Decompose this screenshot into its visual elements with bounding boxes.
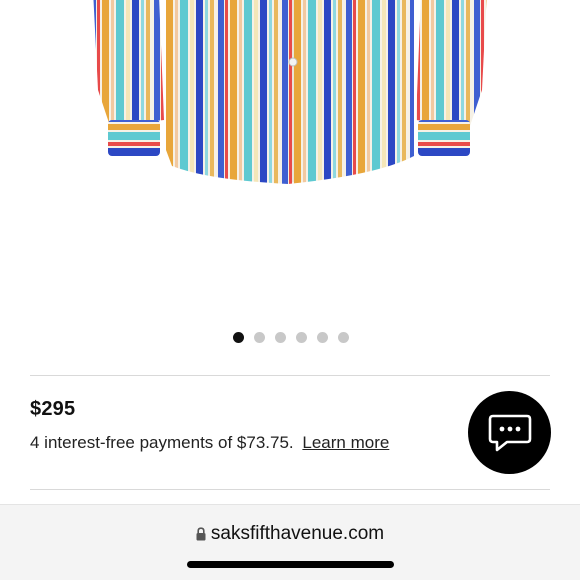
carousel-dot[interactable]	[296, 332, 307, 343]
url-display[interactable]: saksfifthavenue.com	[0, 523, 580, 545]
divider	[30, 375, 550, 376]
lock-icon	[196, 527, 206, 541]
image-carousel-dots	[1, 332, 580, 343]
carousel-dot[interactable]	[275, 332, 286, 343]
striped-shirt-image	[93, 0, 487, 184]
divider	[30, 489, 550, 490]
installments-info: 4 interest-free payments of $73.75. Lear…	[30, 433, 389, 453]
carousel-dot-active[interactable]	[233, 332, 244, 343]
chat-button[interactable]	[468, 391, 551, 474]
product-price: $295	[30, 398, 76, 420]
home-indicator[interactable]	[187, 561, 394, 568]
browser-address-bar[interactable]: saksfifthavenue.com	[0, 504, 580, 580]
product-image[interactable]	[0, 0, 580, 320]
chat-bubble-icon	[488, 414, 531, 451]
product-page: $295 4 interest-free payments of $73.75.…	[0, 0, 580, 580]
url-text: saksfifthavenue.com	[210, 523, 385, 544]
carousel-dot[interactable]	[338, 332, 349, 343]
learn-more-link[interactable]: Learn more	[302, 433, 389, 452]
installments-text: 4 interest-free payments of $73.75.	[30, 433, 294, 452]
carousel-dot[interactable]	[317, 332, 328, 343]
carousel-dot[interactable]	[254, 332, 265, 343]
